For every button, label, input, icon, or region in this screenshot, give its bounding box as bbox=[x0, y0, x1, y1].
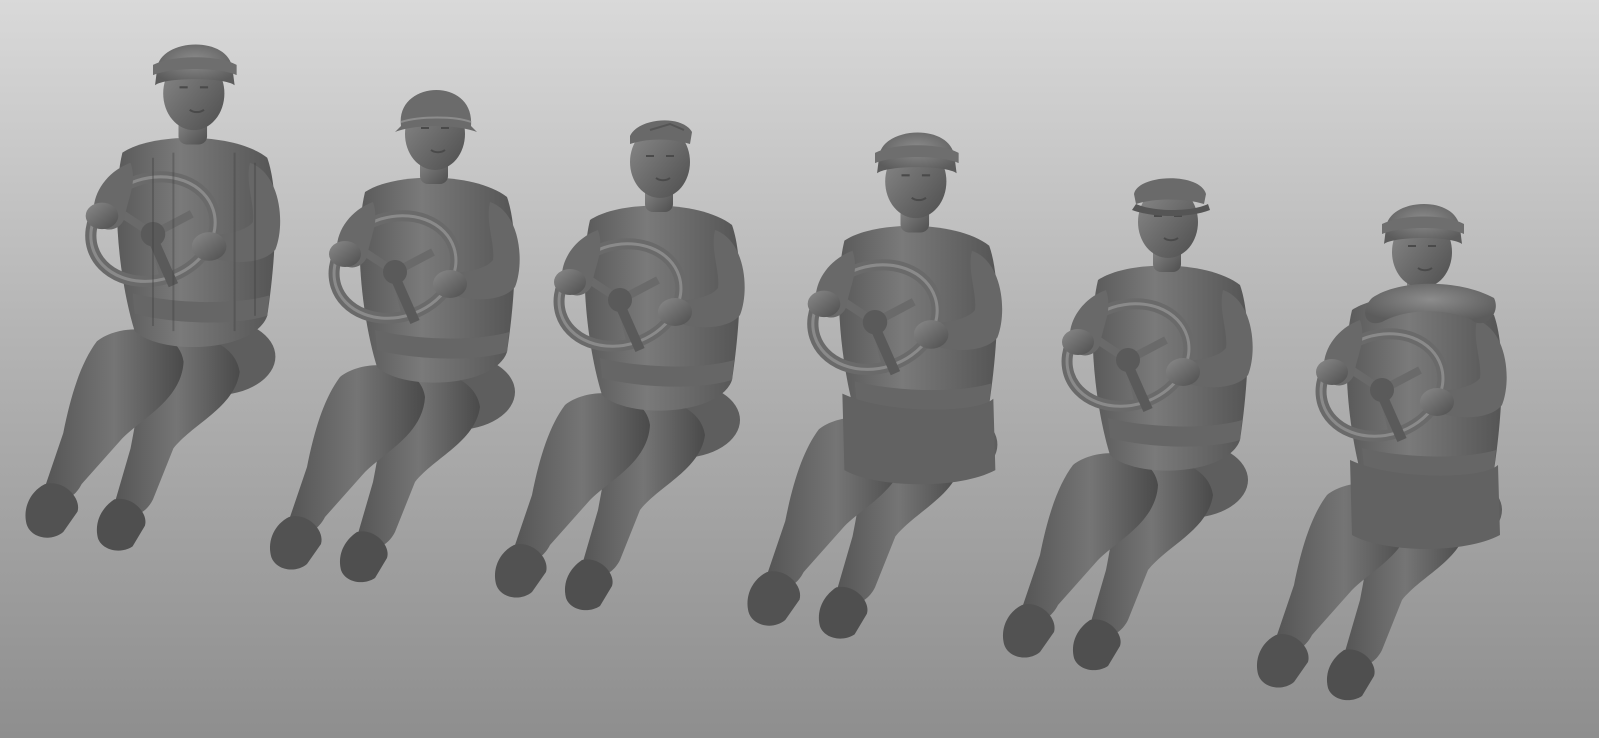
driver-figure-4 bbox=[747, 132, 1002, 638]
driver-figure-1 bbox=[25, 44, 280, 550]
driver-figure-2 bbox=[270, 88, 520, 582]
3d-viewport[interactable] bbox=[0, 0, 1599, 738]
figure-scene bbox=[0, 44, 1599, 738]
viewport-corner-axis-icon bbox=[0, 732, 6, 738]
driver-figure-3 bbox=[495, 119, 745, 610]
driver-figure-5 bbox=[1003, 178, 1253, 670]
driver-figure-6 bbox=[1257, 203, 1507, 700]
